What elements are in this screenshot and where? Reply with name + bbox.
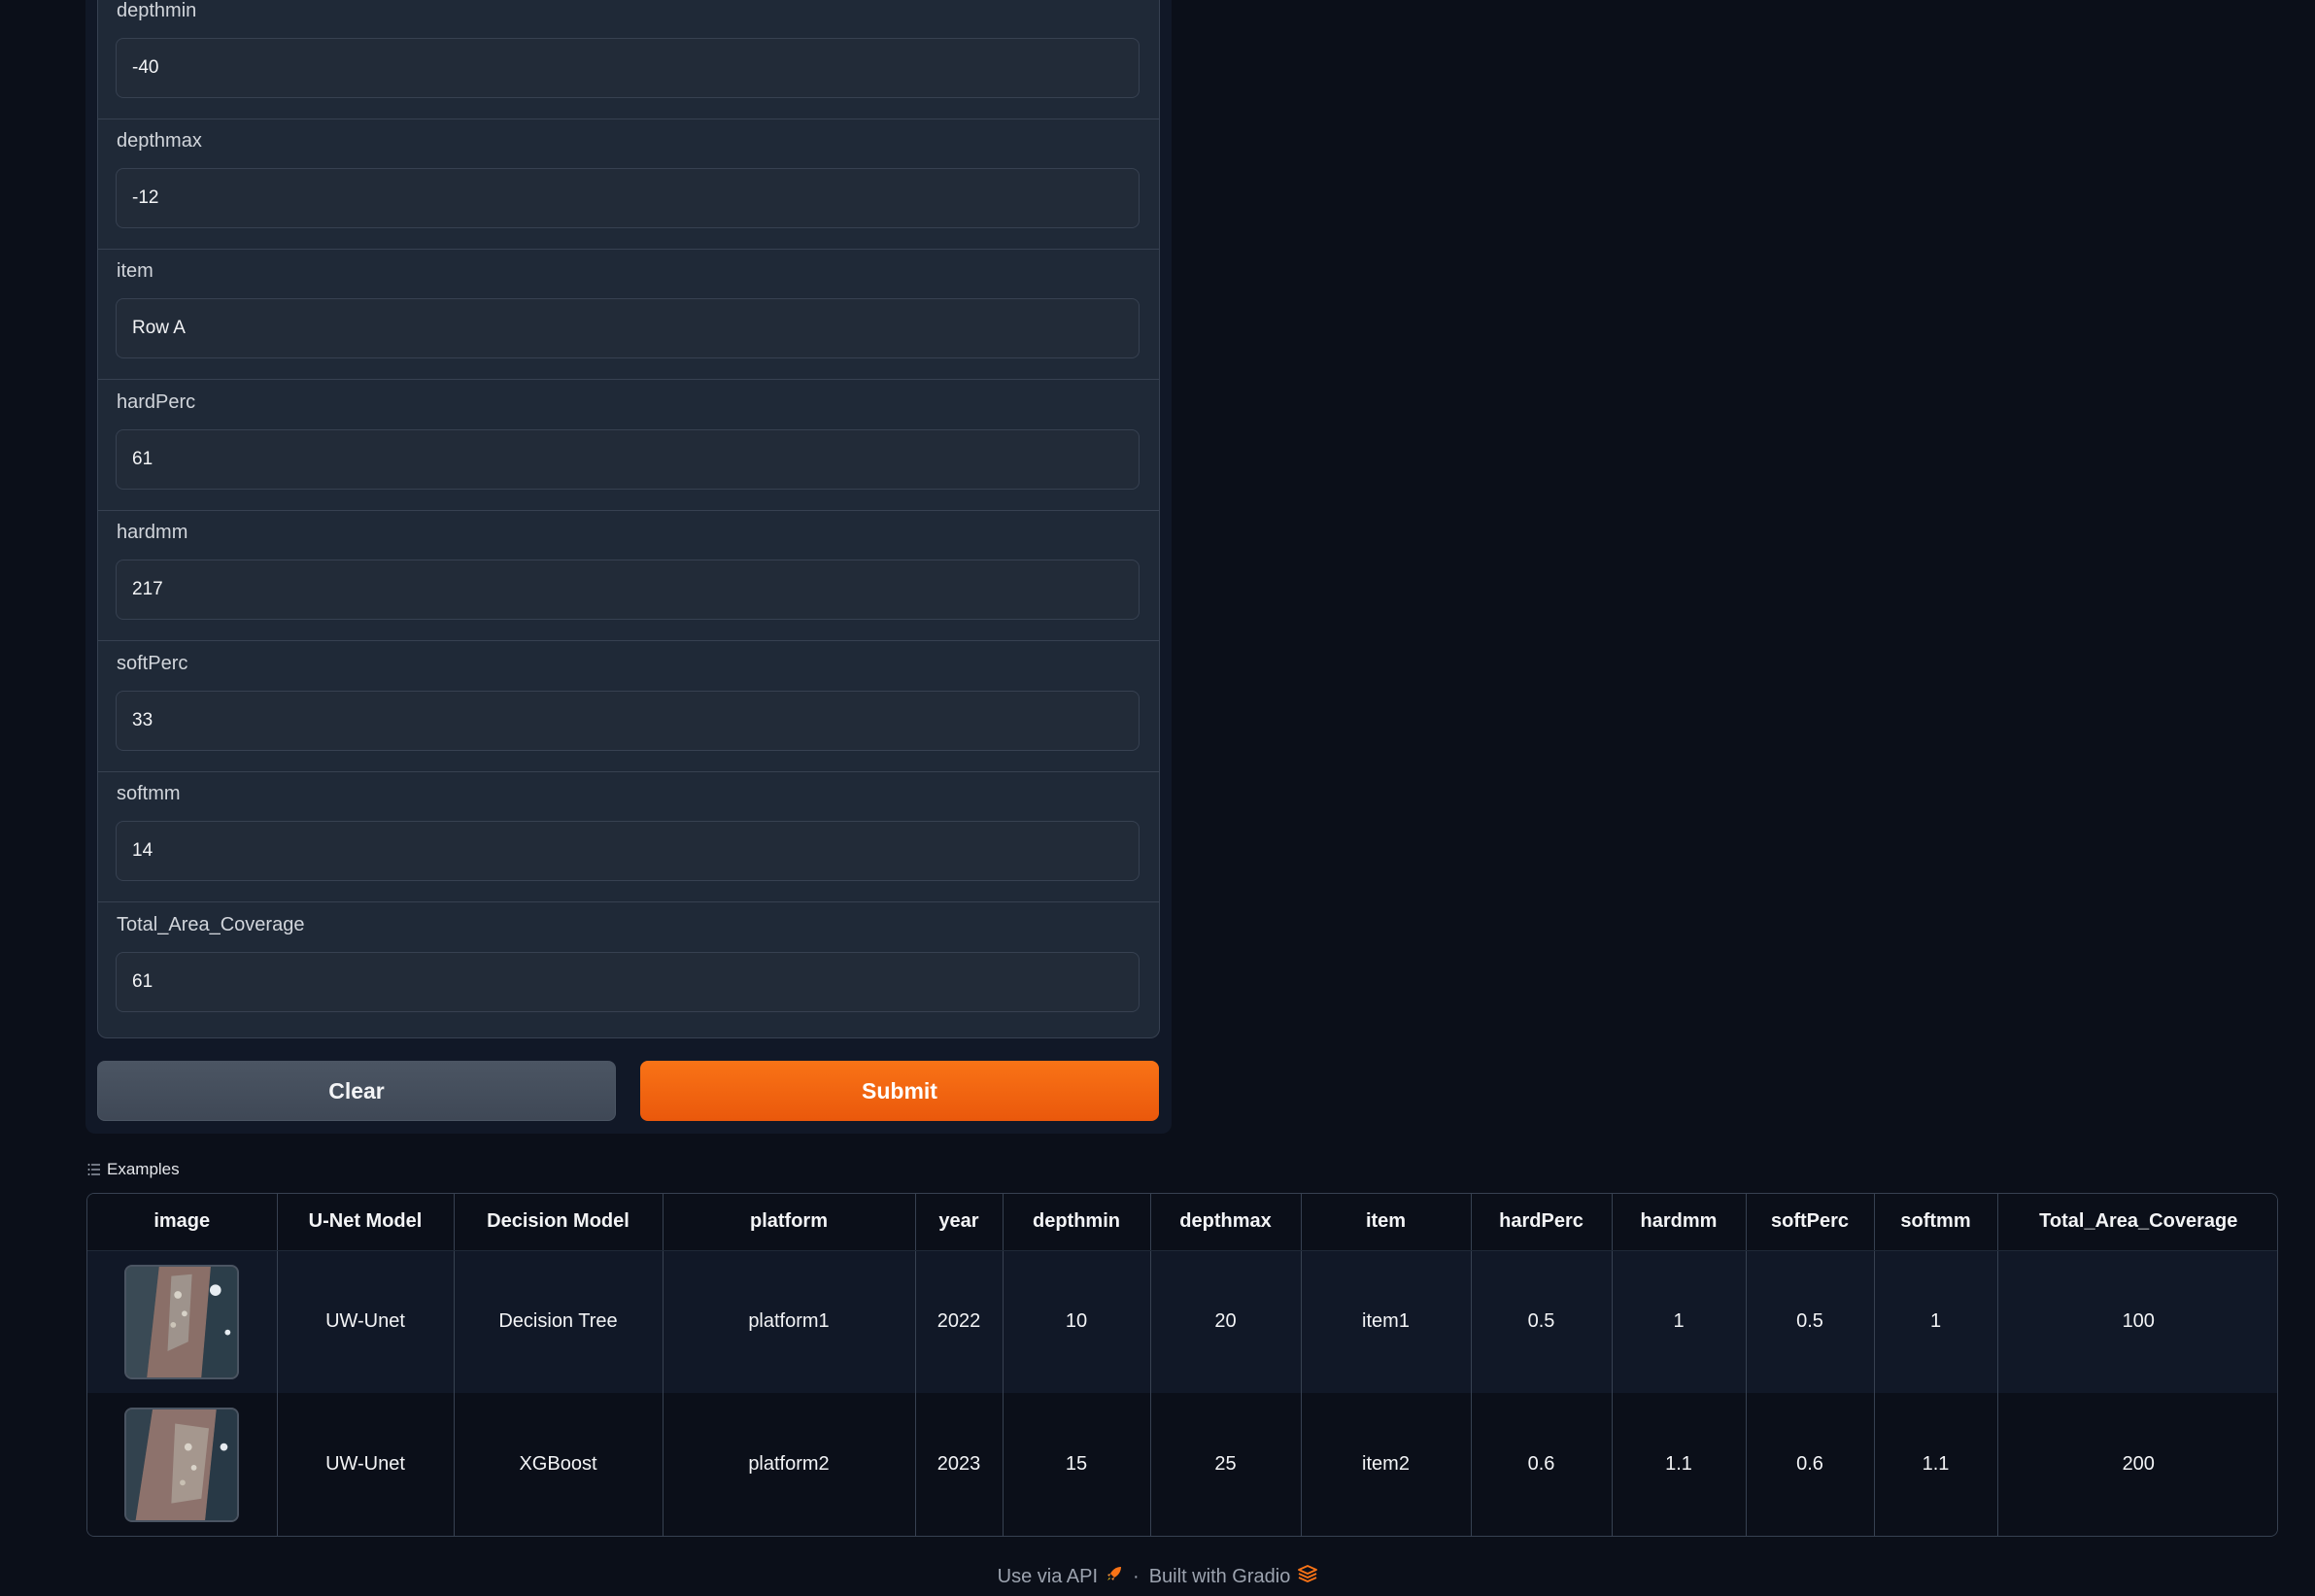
thumbnail-wall-2[interactable]: [124, 1407, 240, 1522]
hardmm-input[interactable]: [116, 560, 1140, 620]
depthmax-cell: 20: [1150, 1250, 1302, 1393]
field-total-area-coverage: Total_Area_Coverage: [98, 903, 1159, 1034]
field-depthmin: depthmin: [98, 0, 1159, 119]
softmm-cell: 1.1: [1874, 1393, 1998, 1536]
softperc-cell: 0.6: [1746, 1393, 1875, 1536]
api-label: Use via API: [997, 1565, 1099, 1587]
field-label: softmm: [117, 783, 181, 804]
softperc-cell: 0.5: [1746, 1250, 1875, 1393]
platform-cell: platform2: [663, 1393, 916, 1536]
softperc-input[interactable]: [116, 691, 1140, 751]
hardperc-cell: 0.5: [1471, 1250, 1613, 1393]
field-label: hardmm: [117, 522, 188, 543]
field-item: item: [98, 250, 1159, 380]
softmm-input[interactable]: [116, 821, 1140, 881]
submit-button[interactable]: Submit: [640, 1061, 1159, 1121]
softmm-cell: 1: [1874, 1250, 1998, 1393]
footer: Use via API · Built with Gradio: [0, 1563, 2315, 1590]
built-with-gradio-link[interactable]: Built with Gradio: [1149, 1565, 1318, 1588]
field-label: depthmin: [117, 0, 197, 21]
list-icon: [87, 1163, 101, 1176]
field-hardmm: hardmm: [98, 511, 1159, 641]
built-label: Built with Gradio: [1148, 1565, 1291, 1587]
column-header: hardmm: [1612, 1194, 1747, 1251]
hardperc-cell: 0.6: [1471, 1393, 1613, 1536]
hardperc-input[interactable]: [116, 429, 1140, 490]
table-header-row: image U-Net Model Decision Model platfor…: [87, 1194, 2277, 1251]
field-softperc: softPerc: [98, 642, 1159, 772]
column-header: Decision Model: [454, 1194, 664, 1251]
field-label: Total_Area_Coverage: [117, 914, 305, 935]
footer-separator: ·: [1133, 1565, 1140, 1587]
table-row[interactable]: UW-Unet XGBoost platform2 2023 15 25 ite…: [87, 1393, 2277, 1536]
column-header: item: [1301, 1194, 1472, 1251]
rocket-icon: [1106, 1565, 1123, 1588]
column-header: depthmax: [1150, 1194, 1302, 1251]
examples-header: Examples: [87, 1159, 180, 1180]
examples-table: image U-Net Model Decision Model platfor…: [86, 1193, 2278, 1537]
hardmm-cell: 1.1: [1612, 1393, 1747, 1536]
column-header: Total_Area_Coverage: [1997, 1194, 2277, 1251]
form-column: depthmin depthmax item hardPerc hardmm s…: [85, 0, 1172, 1134]
field-label: item: [117, 260, 153, 282]
gradio-logo-icon: [1298, 1565, 1318, 1588]
depthmin-cell: 15: [1003, 1393, 1151, 1536]
column-header: softmm: [1874, 1194, 1998, 1251]
clear-button[interactable]: Clear: [97, 1061, 616, 1121]
column-header: image: [87, 1194, 278, 1251]
column-header: platform: [663, 1194, 916, 1251]
column-header: year: [915, 1194, 1004, 1251]
column-header: softPerc: [1746, 1194, 1875, 1251]
depthmax-cell: 25: [1150, 1393, 1302, 1536]
total-area-coverage-cell: 100: [1997, 1250, 2277, 1393]
decision-cell: XGBoost: [454, 1393, 664, 1536]
column-header: hardPerc: [1471, 1194, 1613, 1251]
depthmin-cell: 10: [1003, 1250, 1151, 1393]
field-label: hardPerc: [117, 391, 196, 413]
unet-cell: UW-Unet: [277, 1250, 455, 1393]
depthmax-input[interactable]: [116, 168, 1140, 228]
field-depthmax: depthmax: [98, 119, 1159, 250]
image-cell[interactable]: [87, 1393, 278, 1536]
item-input[interactable]: [116, 298, 1140, 358]
thumbnail-wall-1[interactable]: [124, 1264, 240, 1379]
fields-panel: depthmin depthmax item hardPerc hardmm s…: [97, 0, 1160, 1038]
image-cell[interactable]: [87, 1250, 278, 1393]
platform-cell: platform1: [663, 1250, 916, 1393]
examples-label: Examples: [107, 1160, 180, 1178]
column-header: depthmin: [1003, 1194, 1151, 1251]
unet-cell: UW-Unet: [277, 1393, 455, 1536]
item-cell: item1: [1301, 1250, 1472, 1393]
hardmm-cell: 1: [1612, 1250, 1747, 1393]
year-cell: 2022: [915, 1250, 1004, 1393]
use-via-api-link[interactable]: Use via API: [998, 1565, 1123, 1588]
total-area-coverage-cell: 200: [1997, 1393, 2277, 1536]
field-label: softPerc: [117, 653, 188, 674]
table-row[interactable]: UW-Unet Decision Tree platform1 2022 10 …: [87, 1250, 2277, 1393]
item-cell: item2: [1301, 1393, 1472, 1536]
column-header: U-Net Model: [277, 1194, 455, 1251]
field-softmm: softmm: [98, 772, 1159, 902]
total-area-coverage-input[interactable]: [116, 952, 1140, 1012]
field-label: depthmax: [117, 130, 202, 152]
year-cell: 2023: [915, 1393, 1004, 1536]
depthmin-input[interactable]: [116, 38, 1140, 98]
decision-cell: Decision Tree: [454, 1250, 664, 1393]
field-hardperc: hardPerc: [98, 381, 1159, 511]
